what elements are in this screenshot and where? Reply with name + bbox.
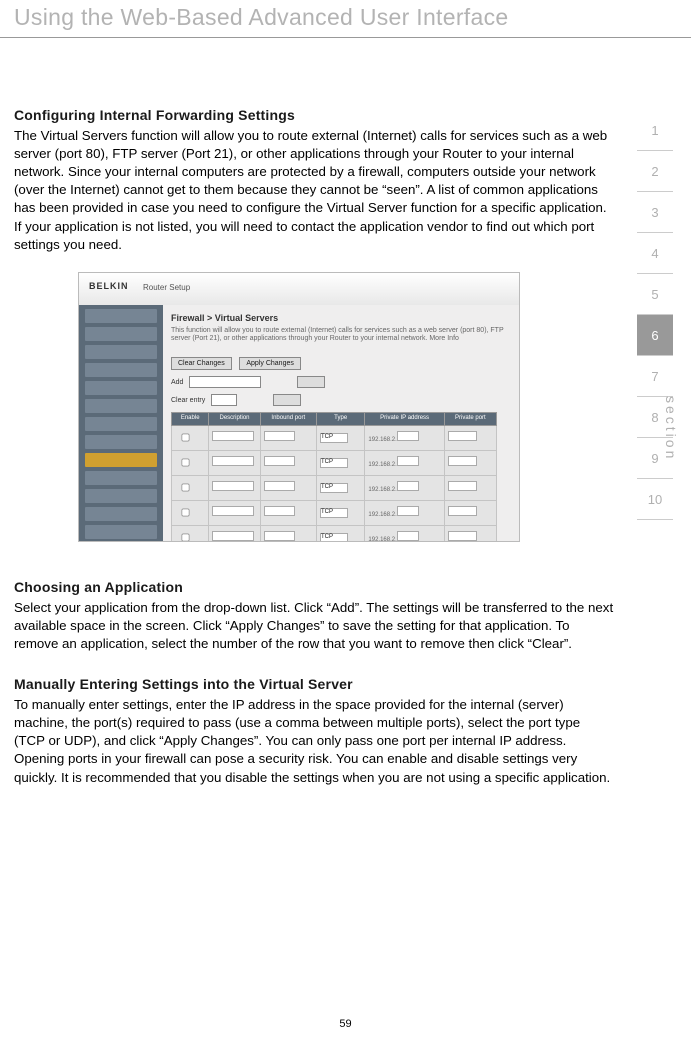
type-cell[interactable]: TCP: [316, 500, 364, 525]
inbound-port-cell[interactable]: [260, 426, 316, 451]
inbound-port-cell[interactable]: [260, 475, 316, 500]
enable-cell[interactable]: [172, 500, 209, 525]
router-screenshot: BELKIN Router Setup Firewall > Virtual S…: [78, 272, 520, 542]
ip-cell[interactable]: 192.168.2.: [365, 475, 444, 500]
clear-button[interactable]: [273, 394, 301, 406]
col-header: Enable: [172, 413, 209, 426]
section-tab-6[interactable]: 6: [637, 315, 673, 356]
inbound-port-cell[interactable]: [260, 500, 316, 525]
add-select[interactable]: [189, 376, 261, 388]
body-manual: To manually enter settings, enter the IP…: [14, 696, 614, 787]
description-cell[interactable]: [209, 500, 260, 525]
section-label: section: [663, 396, 679, 461]
section-tab-7[interactable]: 7: [637, 356, 673, 397]
private-port-cell[interactable]: [444, 451, 496, 476]
section-tab-1[interactable]: 1: [637, 110, 673, 151]
section-tab-2[interactable]: 2: [637, 151, 673, 192]
ip-cell[interactable]: 192.168.2.: [365, 426, 444, 451]
col-header: Description: [209, 413, 260, 426]
content-area: Configuring Internal Forwarding Settings…: [0, 38, 654, 787]
description-cell[interactable]: [209, 525, 260, 542]
enable-cell[interactable]: [172, 451, 209, 476]
clear-entry-label: Clear entry: [171, 397, 205, 404]
type-cell[interactable]: TCP: [316, 426, 364, 451]
screenshot-wrap: BELKIN Router Setup Firewall > Virtual S…: [78, 272, 614, 542]
heading-config: Configuring Internal Forwarding Settings: [14, 106, 614, 125]
enable-cell[interactable]: [172, 426, 209, 451]
table-row: TCP192.168.2.: [172, 525, 497, 542]
panel-title: Firewall > Virtual Servers: [163, 305, 519, 327]
private-port-cell[interactable]: [444, 525, 496, 542]
type-cell[interactable]: TCP: [316, 525, 364, 542]
private-port-cell[interactable]: [444, 426, 496, 451]
ip-cell[interactable]: 192.168.2.: [365, 525, 444, 542]
add-row: Add: [163, 372, 519, 390]
add-label: Add: [171, 379, 183, 386]
table-row: TCP192.168.2.: [172, 475, 497, 500]
panel-sub: This function will allow you to route ex…: [163, 327, 519, 350]
ip-cell[interactable]: 192.168.2.: [365, 451, 444, 476]
brand-logo: BELKIN: [89, 281, 129, 293]
clear-row: Clear entry: [163, 390, 519, 408]
section-tab-3[interactable]: 3: [637, 192, 673, 233]
description-cell[interactable]: [209, 426, 260, 451]
description-cell[interactable]: [209, 475, 260, 500]
section-tab-4[interactable]: 4: [637, 233, 673, 274]
col-header: Inbound port: [260, 413, 316, 426]
body-config: The Virtual Servers function will allow …: [14, 127, 614, 254]
enable-cell[interactable]: [172, 475, 209, 500]
heading-manual: Manually Entering Settings into the Virt…: [14, 675, 614, 694]
inbound-port-cell[interactable]: [260, 525, 316, 542]
inbound-port-cell[interactable]: [260, 451, 316, 476]
clear-changes-button[interactable]: Clear Changes: [171, 357, 232, 370]
type-cell[interactable]: TCP: [316, 451, 364, 476]
brand-sub: Router Setup: [143, 283, 190, 294]
table-row: TCP192.168.2.: [172, 426, 497, 451]
table-row: TCP192.168.2.: [172, 451, 497, 476]
table-row: TCP192.168.2.: [172, 500, 497, 525]
type-cell[interactable]: TCP: [316, 475, 364, 500]
page-number: 59: [0, 1018, 691, 1030]
section-tab-10[interactable]: 10: [637, 479, 673, 520]
screenshot-main: Firewall > Virtual Servers This function…: [163, 305, 519, 541]
screenshot-sidebar: [79, 305, 163, 541]
private-port-cell[interactable]: [444, 500, 496, 525]
description-cell[interactable]: [209, 451, 260, 476]
screenshot-header: BELKIN Router Setup: [79, 273, 519, 306]
col-header: Private port: [444, 413, 496, 426]
add-button[interactable]: [297, 376, 325, 388]
clear-entry-select[interactable]: [211, 394, 237, 406]
apply-changes-button[interactable]: Apply Changes: [239, 357, 300, 370]
private-port-cell[interactable]: [444, 475, 496, 500]
col-header: Type: [316, 413, 364, 426]
ip-cell[interactable]: 192.168.2.: [365, 500, 444, 525]
enable-cell[interactable]: [172, 525, 209, 542]
panel-button-row: Clear Changes Apply Changes: [163, 350, 519, 372]
heading-choosing: Choosing an Application: [14, 578, 614, 597]
section-tab-5[interactable]: 5: [637, 274, 673, 315]
virtual-server-table: EnableDescriptionInbound portTypePrivate…: [171, 412, 497, 542]
body-choosing: Select your application from the drop-do…: [14, 599, 614, 654]
col-header: Private IP address: [365, 413, 444, 426]
page-title: Using the Web-Based Advanced User Interf…: [0, 0, 691, 38]
